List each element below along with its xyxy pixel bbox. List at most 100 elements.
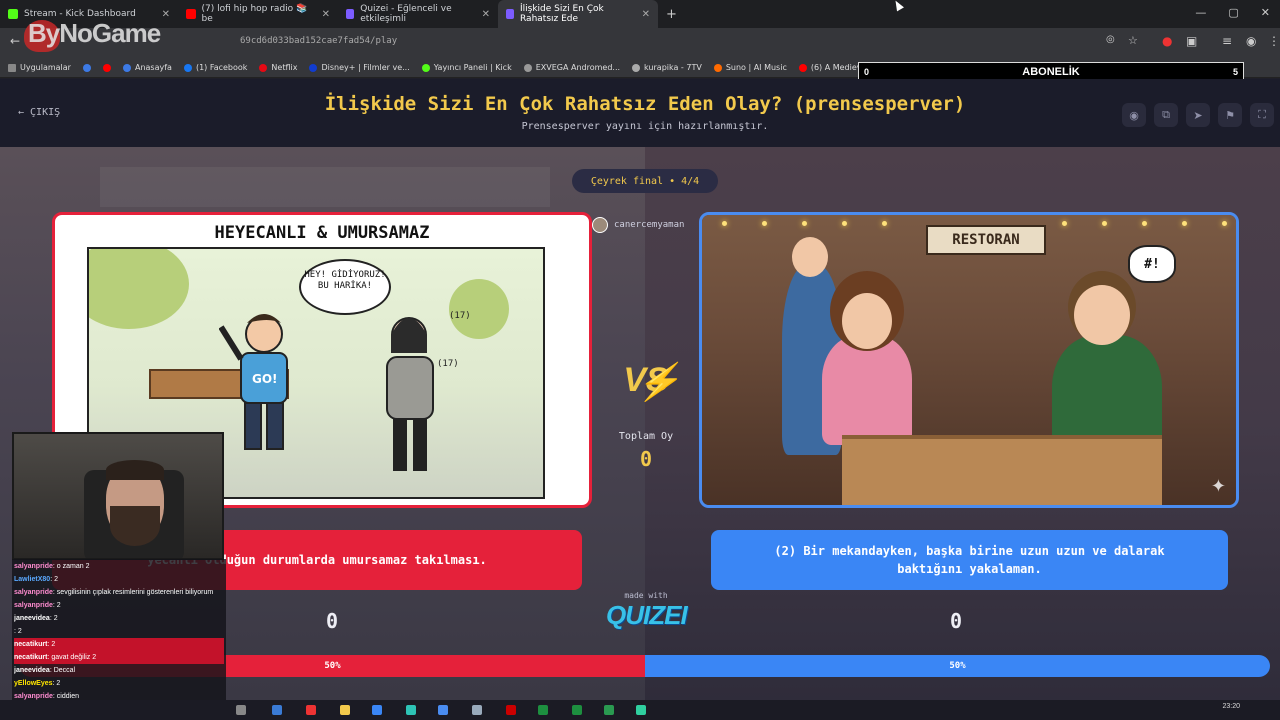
app-icon[interactable]: [538, 705, 548, 715]
send-icon[interactable]: ➤: [1186, 103, 1210, 127]
chat-text: : 2: [14, 628, 22, 635]
bookmark-netflix[interactable]: Netflix: [259, 63, 297, 72]
app-icon[interactable]: [506, 705, 516, 715]
chat-message: yEllowEyes: 2: [14, 677, 224, 690]
app-icon[interactable]: [472, 705, 482, 715]
bookmark-facebook[interactable]: (1) Facebook: [183, 63, 247, 72]
fullscreen-icon[interactable]: ⛶: [1250, 103, 1274, 127]
apps-grid-icon: [8, 63, 16, 72]
stream-watermark: ByNoGame: [28, 18, 161, 48]
app-icon[interactable]: [306, 705, 316, 715]
svg-text:GO!: GO!: [252, 372, 278, 386]
chat-message: necatikurt: 2: [14, 638, 224, 651]
maximize-icon[interactable]: ▢: [1228, 6, 1238, 19]
chat-username[interactable]: LawlietX80: [14, 576, 50, 583]
share-icon[interactable]: ⧉: [1154, 103, 1178, 127]
more-icon[interactable]: ⋮: [1268, 34, 1280, 48]
bookmark-icon: [82, 63, 91, 72]
chat-username[interactable]: salyanpride: [14, 563, 53, 570]
bookmark-anasayfa[interactable]: Anasayfa: [122, 63, 172, 72]
chat-text: : 2: [50, 576, 58, 583]
tab-lofi[interactable]: (7) lofi hip hop radio 📚 be ✕: [178, 0, 338, 28]
close-icon[interactable]: ✕: [162, 9, 170, 20]
bookmark-disney[interactable]: Disney+ | Filmler ve...: [309, 63, 410, 72]
browser-tabbar: Stream - Kick Dashboard ✕ (7) lofi hip h…: [0, 0, 1280, 28]
chat-username[interactable]: salyanpride: [14, 693, 53, 700]
extension-icon[interactable]: ●: [1162, 34, 1172, 48]
close-window-icon[interactable]: ✕: [1261, 6, 1270, 19]
app-icon[interactable]: [272, 705, 282, 715]
address-bar: ← 69cd6d033bad152cae7fad54/play ◎ ☆ ● ▣ …: [0, 28, 1280, 58]
back-icon[interactable]: ←: [10, 34, 20, 48]
chat-username[interactable]: janeevidea: [14, 615, 50, 622]
round-indicator: Çeyrek final • 4/4: [572, 169, 718, 193]
bookmark-item[interactable]: [102, 63, 111, 72]
chat-username[interactable]: janeevidea: [14, 667, 50, 674]
app-icon[interactable]: [636, 705, 646, 715]
close-icon[interactable]: ✕: [322, 9, 330, 20]
tab-quizei[interactable]: Quizei - Eğlenceli ve etkileşimli ✕: [338, 0, 498, 28]
option-card-right[interactable]: RESTORAN #! ✦: [699, 212, 1239, 508]
made-with-badge[interactable]: made with QUIZEI: [606, 591, 688, 631]
app-icon[interactable]: [604, 705, 614, 715]
search-icon[interactable]: [236, 705, 246, 715]
minimize-icon[interactable]: —: [1195, 6, 1206, 19]
chat-username[interactable]: necatikurt: [14, 641, 47, 648]
avatar[interactable]: ◉: [1246, 34, 1256, 48]
quizei-icon: [506, 9, 514, 19]
bookmark-apps[interactable]: Uygulamalar: [8, 63, 71, 72]
exvega-icon: [523, 63, 532, 72]
chat-username[interactable]: necatikurt: [14, 654, 47, 661]
chat-message: LawlietX80: 2: [14, 573, 224, 586]
kick-icon: [8, 9, 18, 19]
close-icon[interactable]: ✕: [482, 9, 490, 20]
eye-off-icon[interactable]: ◎: [1106, 34, 1115, 45]
page-title: İlişkide Sizi En Çok Rahatsız Eden Olay?…: [324, 93, 966, 115]
chat-message: salyanpride: sevgilisinin çıplak resimle…: [14, 586, 224, 599]
chat-username[interactable]: salyanpride: [14, 602, 53, 609]
quizei-logo: QUIZEI: [606, 600, 688, 630]
bookmark-exvega[interactable]: EXVEGA Andromed...: [523, 63, 620, 72]
avatar: [592, 217, 608, 233]
bookmark-7tv[interactable]: kurapika - 7TV: [632, 63, 702, 72]
vote-count-right: 0: [950, 609, 963, 633]
option-button-right[interactable]: (2) Bir mekandayken, başka birine uzun u…: [711, 530, 1228, 590]
menu-list-icon[interactable]: ≡: [1222, 34, 1232, 48]
url-field[interactable]: 69cd6d033bad152cae7fad54/play: [240, 36, 397, 46]
facebook-icon: [183, 63, 192, 72]
new-tab-icon[interactable]: +: [666, 7, 677, 22]
flag-icon[interactable]: ⚑: [1218, 103, 1242, 127]
bookmark-kick[interactable]: Yayıncı Paneli | Kick: [421, 63, 512, 72]
chat-text: : 2: [47, 641, 56, 648]
bookmark-item[interactable]: [82, 63, 91, 72]
folder-icon[interactable]: [340, 705, 350, 715]
chat-text: : 2: [52, 602, 61, 609]
app-icon[interactable]: [572, 705, 582, 715]
creator-chip[interactable]: canercemyaman: [592, 217, 684, 233]
disney-icon: [309, 63, 318, 72]
tab-quiz-play[interactable]: İlişkide Sizi En Çok Rahatsız Ede ✕: [498, 0, 658, 28]
close-icon[interactable]: ✕: [642, 9, 650, 20]
app-icon[interactable]: [372, 705, 382, 715]
window-controls: — ▢ ✕: [1195, 6, 1270, 19]
app-icon[interactable]: [438, 705, 448, 715]
eye-icon[interactable]: ◉: [1122, 103, 1146, 127]
bookmark-suno[interactable]: Suno | AI Music: [713, 63, 787, 72]
total-votes-value: 0: [639, 447, 653, 471]
chat-username[interactable]: yEllowEyes: [14, 680, 53, 687]
sparkle-icon: ✦: [1210, 476, 1226, 497]
chat-message: janeevidea: 2: [14, 612, 224, 625]
app-icon[interactable]: [406, 705, 416, 715]
table-icon: [842, 435, 1162, 505]
webcam-overlay: [12, 432, 224, 560]
chat-username[interactable]: salyanpride: [14, 589, 53, 596]
youtube-icon: [186, 9, 196, 19]
header-actions: ◉ ⧉ ➤ ⚑ ⛶: [1122, 103, 1274, 127]
star-icon[interactable]: ☆: [1128, 34, 1138, 47]
puzzle-icon[interactable]: ▣: [1186, 34, 1197, 48]
quiz-header: ← ÇIKIŞ İlişkide Sizi En Çok Rahatsız Ed…: [0, 79, 1280, 147]
netflix-icon: [259, 63, 268, 72]
chat-text: : 2: [52, 680, 61, 687]
chat-message: salyanpride: o zaman 2: [14, 560, 224, 573]
7tv-icon: [632, 63, 641, 72]
